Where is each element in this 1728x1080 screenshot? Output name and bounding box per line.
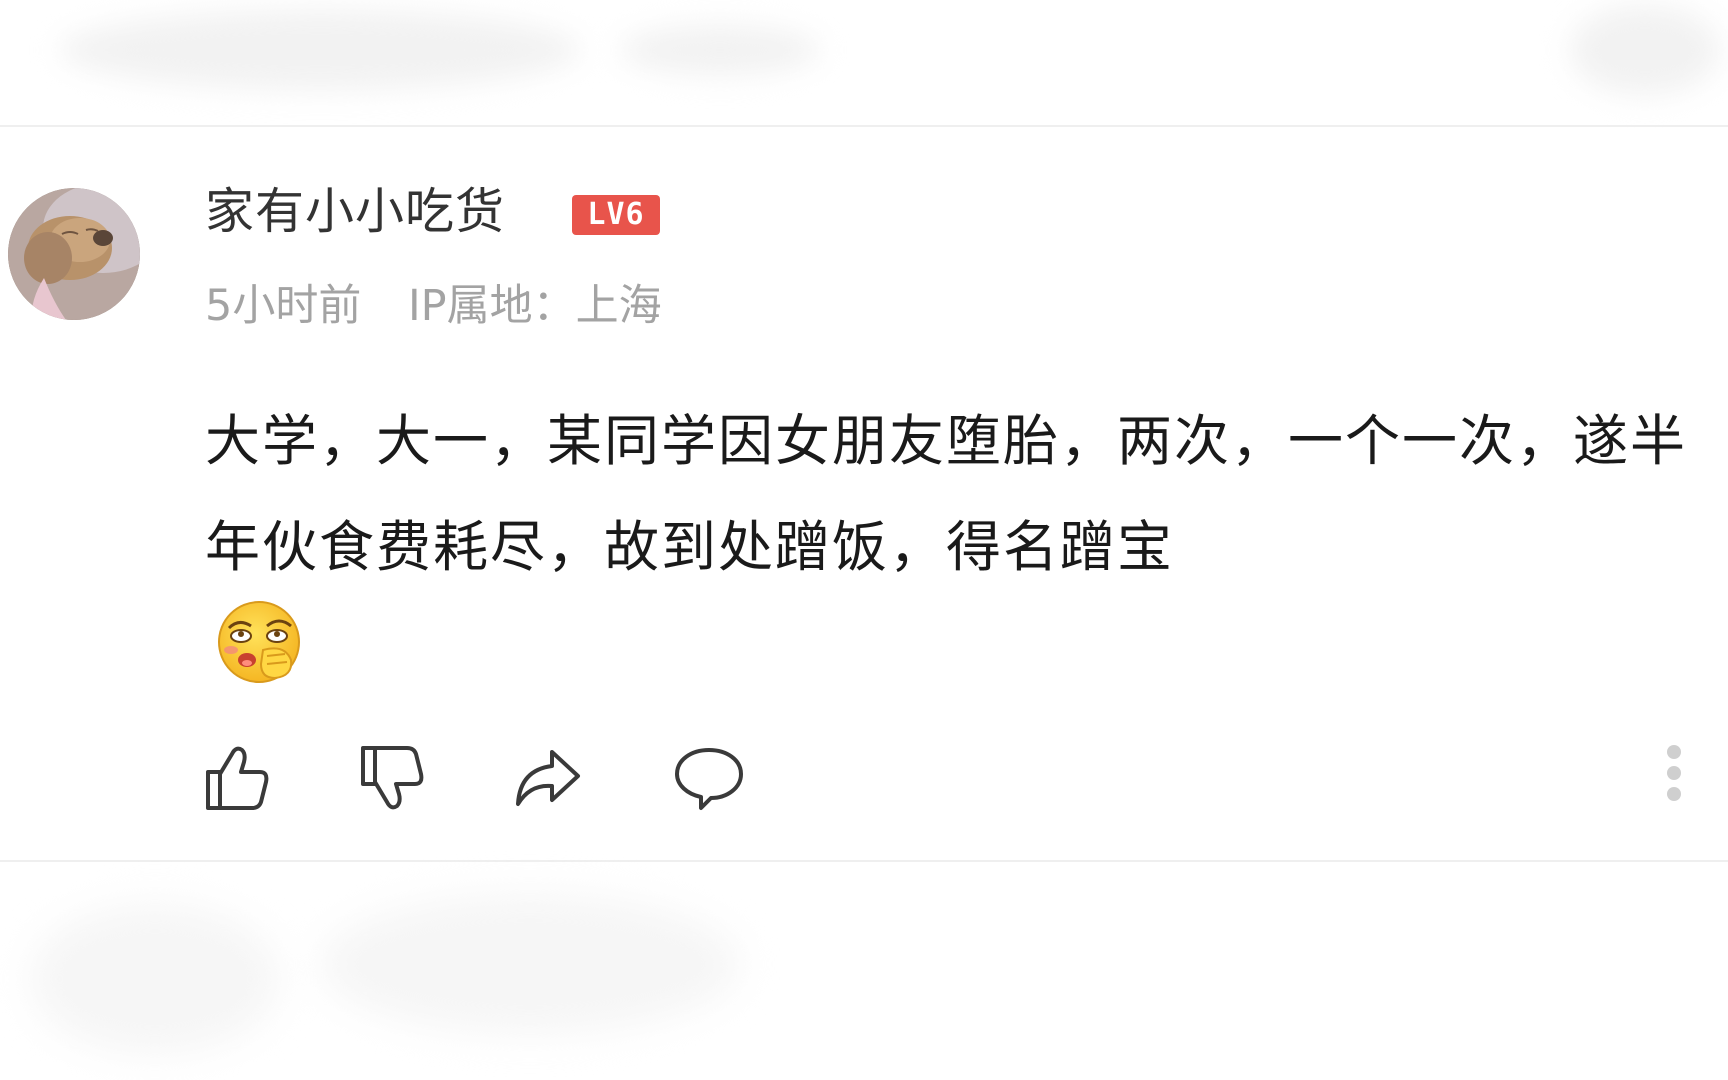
top-divider (0, 125, 1728, 127)
comment-text: 大学，大一，某同学因女朋友堕胎，两次，一个一次，遂半年伙食费耗尽，故到处蹭饭，得… (205, 409, 1688, 579)
share-arrow-icon[interactable] (512, 742, 584, 814)
comment-screen: 家有小小吃货 LV6 5小时前 IP属地：上海 大学，大一，某同学因女朋友堕胎，… (0, 0, 1728, 1080)
comment-bubble-icon[interactable] (673, 742, 745, 814)
thumbs-down-icon[interactable] (355, 742, 427, 814)
previous-comment-blurred (0, 0, 1728, 125)
comment-time: 5小时前 (205, 281, 362, 331)
next-comment-blurred (0, 864, 1728, 1080)
thumbs-up-icon[interactable] (200, 742, 272, 814)
ip-location: IP属地：上海 (408, 281, 662, 331)
bottom-divider (0, 860, 1728, 862)
covering-mouth-laugh-emoji (215, 598, 307, 690)
more-vertical-icon[interactable] (1662, 745, 1686, 811)
avatar[interactable] (8, 188, 140, 320)
username[interactable]: 家有小小吃货 (205, 182, 505, 242)
level-badge: LV6 (572, 195, 660, 235)
